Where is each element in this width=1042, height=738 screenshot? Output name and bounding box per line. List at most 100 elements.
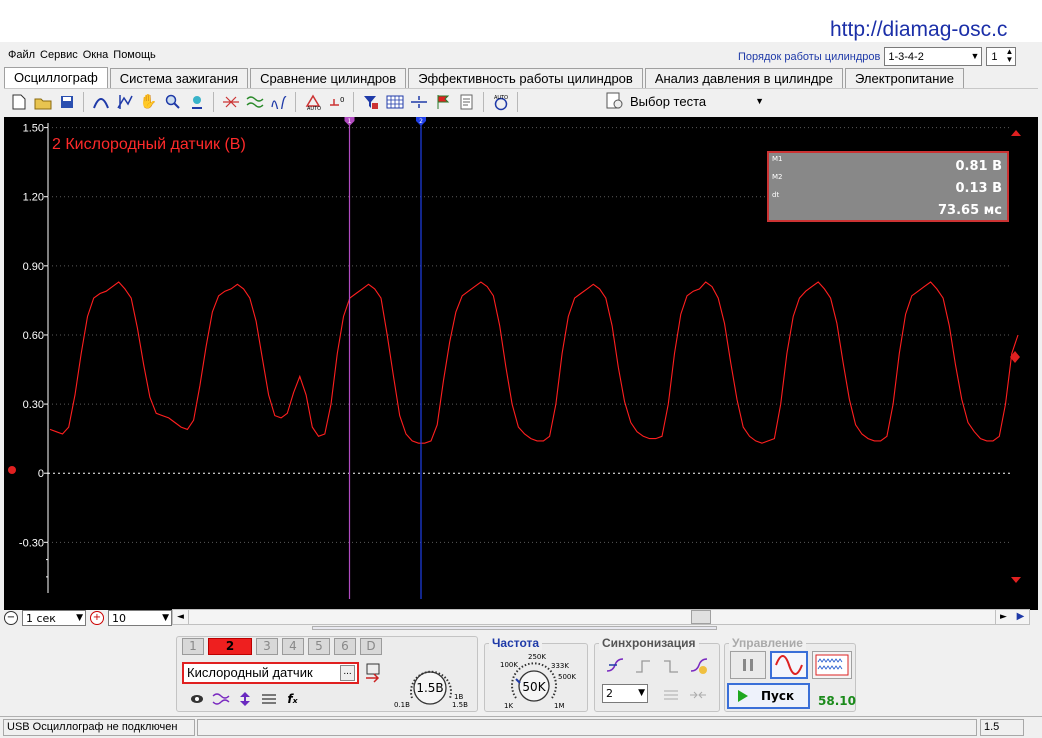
- sync-rising-icon[interactable]: [604, 655, 625, 676]
- save-icon[interactable]: [56, 92, 77, 113]
- y-tick-label: 0.90: [23, 261, 44, 273]
- channel-button-3[interactable]: 3: [256, 638, 278, 655]
- new-file-icon[interactable]: [8, 92, 29, 113]
- waveform-loop-icon[interactable]: [268, 92, 289, 113]
- pause-button[interactable]: [730, 651, 766, 679]
- sync-align-icon[interactable]: [660, 684, 681, 705]
- channel-button-5[interactable]: 5: [308, 638, 330, 655]
- start-button[interactable]: Пуск: [727, 683, 810, 709]
- cylinder-number-spinner[interactable]: 1 ▲ ▼: [986, 47, 1017, 66]
- scroll-right-icon[interactable]: ►: [995, 610, 1011, 624]
- m1-value: 0.81 В: [955, 159, 1002, 174]
- wave-invert-icon[interactable]: [210, 688, 231, 709]
- channel-title: 2 Кислородный датчик (В): [52, 136, 246, 153]
- menu-help[interactable]: Помощь: [113, 49, 156, 61]
- scroll-left-icon[interactable]: ◄: [173, 610, 189, 624]
- status-bar: USB Осциллограф не подключен 1.5: [0, 716, 1042, 738]
- channel-button-6[interactable]: 6: [334, 638, 356, 655]
- range-value: 1.5В: [416, 681, 443, 695]
- zoom-icon[interactable]: [162, 92, 183, 113]
- tab-cylinder-pressure[interactable]: Анализ давления в цилиндре: [644, 68, 843, 88]
- sync-collapse-icon[interactable]: [687, 684, 708, 705]
- y-tick-label: 1.50: [23, 123, 44, 135]
- zoom-in-icon[interactable]: +: [90, 611, 104, 625]
- y-tick-label: 0.60: [23, 330, 44, 342]
- tab-cylinder-compare[interactable]: Сравнение цилиндров: [250, 68, 407, 88]
- frequency-tick-1m: 1M: [554, 702, 565, 710]
- sensor-browse-button[interactable]: ...: [340, 665, 355, 681]
- divider-icon[interactable]: [408, 92, 429, 113]
- menu-service[interactable]: Сервис: [40, 49, 78, 61]
- grid-icon[interactable]: [384, 92, 405, 113]
- marker-flag-icon[interactable]: [432, 92, 453, 113]
- tab-oscilloscope[interactable]: Осциллограф: [4, 67, 108, 88]
- auto-scale-icon[interactable]: AUTO: [302, 92, 323, 113]
- zero-level-icon[interactable]: 0: [326, 92, 347, 113]
- spinner-arrows-icon[interactable]: ▲ ▼: [1005, 48, 1013, 64]
- svg-text:AUTO: AUTO: [494, 95, 508, 101]
- menu-windows[interactable]: Окна: [83, 49, 109, 61]
- dt-label: dt: [772, 191, 779, 199]
- marker-2-label: 2: [419, 118, 423, 125]
- horizontal-scrollbar[interactable]: ◄ ► ▶: [172, 609, 1030, 625]
- hand-pan-icon[interactable]: ✋: [138, 92, 159, 113]
- scroll-thumb[interactable]: [691, 610, 711, 624]
- sync-extra-buttons: [660, 684, 708, 705]
- sensor-connect-icon[interactable]: [364, 662, 384, 687]
- oscilloscope-display[interactable]: 1.50 1.20 0.90 0.60 0.30 0 -0.30 12 2 Кислород…: [4, 117, 1038, 610]
- cylinder-order-value: 1-3-4-2: [888, 50, 924, 63]
- auto-settings-icon[interactable]: AUTO: [490, 92, 511, 113]
- cylinder-order-select[interactable]: 1-3-4-2 ▼: [884, 47, 983, 66]
- y-tick-label: 1.20: [23, 192, 44, 204]
- channel-button-d[interactable]: D: [360, 638, 382, 655]
- channel-button-1[interactable]: 1: [182, 638, 204, 655]
- sync-edge-up-icon[interactable]: [632, 655, 653, 676]
- filter-icon[interactable]: [186, 92, 207, 113]
- overview-bar[interactable]: [312, 626, 717, 630]
- tab-ignition[interactable]: Система зажигания: [109, 68, 249, 88]
- play-forward-icon[interactable]: ▶: [1012, 610, 1029, 624]
- time-per-div-select[interactable]: 1 сек ▼: [22, 610, 86, 626]
- tab-bar: Осциллограф Система зажигания Сравнение …: [4, 67, 966, 88]
- count-select[interactable]: 10 ▼: [108, 610, 172, 626]
- channel-button-2[interactable]: 2: [208, 638, 252, 655]
- scroll-up-icon[interactable]: [1011, 130, 1021, 136]
- channel-button-4[interactable]: 4: [282, 638, 304, 655]
- watermark-url: http://diamag-osc.c: [830, 18, 1008, 41]
- sync-channel-select[interactable]: 2 ▼: [602, 684, 648, 703]
- range-knob[interactable]: 1.5В 0.1В 1.5В 1В: [392, 662, 474, 715]
- sync-custom-icon[interactable]: [688, 655, 709, 676]
- signal-shape-icon[interactable]: [90, 92, 111, 113]
- lines-icon[interactable]: [258, 688, 279, 709]
- test-select[interactable]: Выбор теста ▼: [600, 90, 770, 112]
- scroll-down-icon[interactable]: [1011, 577, 1021, 583]
- function-icon[interactable]: fₓ: [282, 688, 303, 709]
- y-axis: 1.50 1.20 0.90 0.60 0.30 0 -0.30: [19, 123, 49, 593]
- zero-marker-icon[interactable]: [8, 466, 16, 474]
- sensor-name-field[interactable]: Кислородный датчик ...: [182, 662, 359, 684]
- menu-file[interactable]: Файл: [8, 49, 35, 61]
- tab-cylinder-efficiency[interactable]: Эффективность работы цилиндров: [408, 68, 643, 88]
- time-per-div-value: 1 сек: [26, 611, 56, 625]
- notes-icon[interactable]: [456, 92, 477, 113]
- range-min: 0.1В: [394, 701, 410, 709]
- svg-text:AUTO: AUTO: [307, 106, 321, 110]
- vertical-shift-icon[interactable]: [234, 688, 255, 709]
- marker-1-label: 1: [348, 118, 352, 125]
- cursor-measure-icon[interactable]: [114, 92, 135, 113]
- open-folder-icon[interactable]: [32, 92, 53, 113]
- m2-label: M2: [772, 173, 783, 181]
- frequency-knob[interactable]: 50K 100K 250K 333K 500K 1M 1K: [496, 650, 580, 713]
- record-mode-button[interactable]: [812, 651, 852, 679]
- tab-power-supply[interactable]: Электропитание: [844, 68, 964, 88]
- eye-icon[interactable]: [186, 688, 207, 709]
- control-value: 58.10: [818, 694, 856, 708]
- waveform-compare-icon[interactable]: [220, 92, 241, 113]
- cursor-markers[interactable]: 12: [344, 117, 427, 599]
- zoom-out-icon[interactable]: −: [4, 611, 18, 625]
- waveform-multi-icon[interactable]: [244, 92, 265, 113]
- trigger-filter-icon[interactable]: [360, 92, 381, 113]
- sine-mode-button[interactable]: [770, 651, 808, 679]
- sync-edge-down-icon[interactable]: [660, 655, 681, 676]
- oscilloscope-plot[interactable]: 1.501.200.900.600.300-0.30 12 2 Кислород…: [4, 117, 1038, 610]
